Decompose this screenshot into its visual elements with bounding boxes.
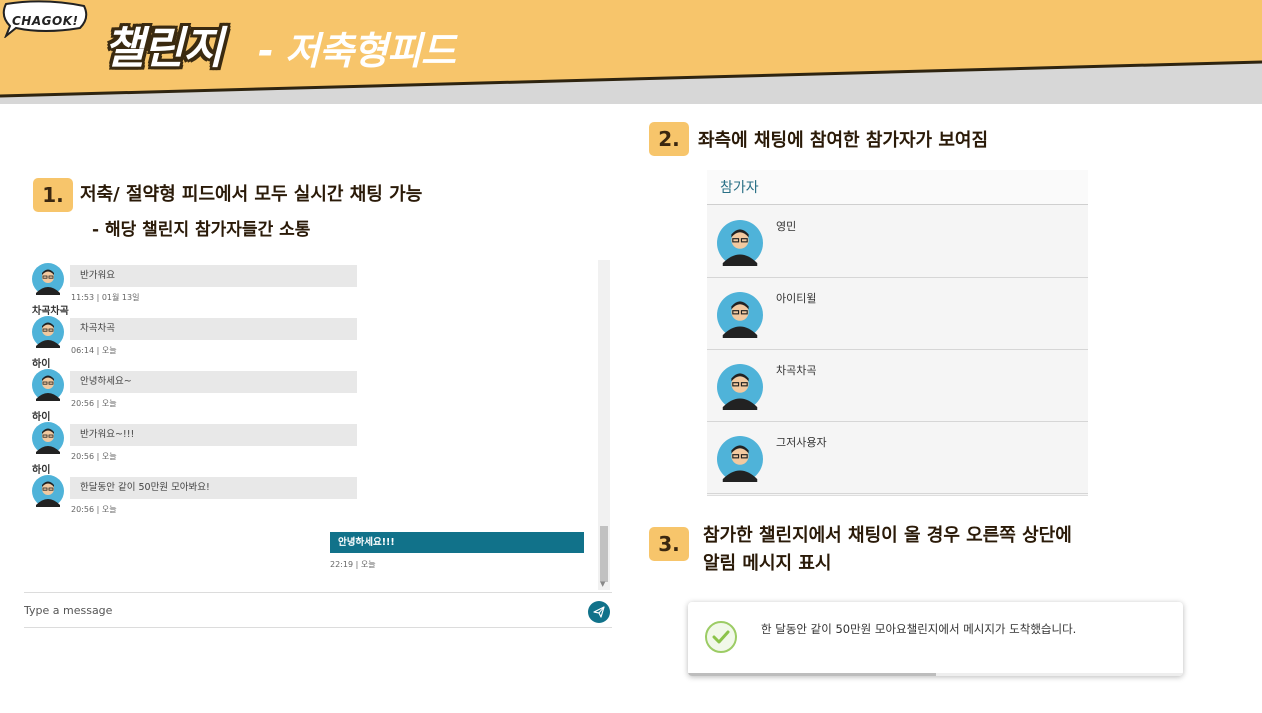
toast-message: 한 달동안 같이 50만원 모아요챌린지에서 메시지가 도착했습니다. xyxy=(761,622,1077,636)
user-avatar-icon xyxy=(717,220,763,266)
header-banner: CHAGOK! 챌린지 - 저축형피드 xyxy=(0,0,1262,104)
check-circle-icon xyxy=(705,621,737,653)
participant-name: 아이티윌 xyxy=(776,292,817,305)
participants-panel: 참가자 영민 아이티윌 차곡차곡 그저사용자 xyxy=(707,170,1088,496)
step-1-badge: 1. xyxy=(33,178,73,212)
notification-toast[interactable]: 한 달동안 같이 50만원 모아요챌린지에서 메시지가 도착했습니다. xyxy=(688,602,1183,676)
message-bubble: 반가워요 xyxy=(70,265,357,287)
chat-message-list[interactable]: 반가워요 11:53 | 01월 13일 차곡차곡 차곡차곡 06:14 | 오… xyxy=(24,258,598,590)
participants-header: 참가자 xyxy=(707,170,1088,205)
participant-name: 차곡차곡 xyxy=(776,364,817,377)
chat-message: 차곡차곡 06:14 | 오늘 xyxy=(24,314,364,360)
participant-name: 그저사용자 xyxy=(776,436,827,449)
chat-message: 반가워요 11:53 | 01월 13일 xyxy=(24,261,364,307)
my-message-bubble: 안녕하세요!!! xyxy=(330,532,584,553)
participant-item[interactable]: 차곡차곡 xyxy=(707,350,1088,422)
send-button[interactable] xyxy=(588,601,610,623)
step-2-badge: 2. xyxy=(649,122,689,156)
user-avatar-icon xyxy=(32,422,64,454)
user-avatar-icon xyxy=(32,316,64,348)
message-time: 20:56 | 오늘 xyxy=(71,505,117,514)
chat-panel: 반가워요 11:53 | 01월 13일 차곡차곡 차곡차곡 06:14 | 오… xyxy=(24,258,612,628)
banner-title: 챌린지 xyxy=(104,23,223,74)
message-time: 20:56 | 오늘 xyxy=(71,399,117,408)
user-avatar-icon xyxy=(717,364,763,410)
chat-message: 안녕하세요~ 20:56 | 오늘 xyxy=(24,367,364,413)
message-input[interactable] xyxy=(24,600,564,620)
participants-title: 참가자 xyxy=(720,180,759,196)
message-time: 11:53 | 01월 13일 xyxy=(71,293,140,302)
toast-progress-bar xyxy=(688,673,936,676)
toast-progress-track xyxy=(688,673,1183,676)
banner-subtitle: - 저축형피드 xyxy=(258,29,456,73)
message-bubble: 한달동안 같이 50만원 모아봐요! xyxy=(70,477,357,499)
step-1-subtitle: - 해당 챌린지 참가자들간 소통 xyxy=(92,220,311,240)
chat-scrollbar[interactable]: ▼ xyxy=(598,260,610,590)
user-avatar-icon xyxy=(32,475,64,507)
chat-message: 반가워요~!!! 20:56 | 오늘 xyxy=(24,420,364,466)
step-2-title: 좌측에 채팅에 참여한 참가자가 보여짐 xyxy=(698,130,989,151)
scrollbar-thumb[interactable] xyxy=(600,526,608,582)
message-bubble: 반가워요~!!! xyxy=(70,424,357,446)
my-message-time: 22:19 | 오늘 xyxy=(330,560,376,569)
send-icon xyxy=(593,606,605,618)
message-input-row xyxy=(24,592,612,628)
participant-name: 영민 xyxy=(776,220,797,233)
step-3-title-line-1: 참가한 챌린지에서 채팅이 올 경우 오른쪽 상단에 xyxy=(703,525,1072,546)
participant-item[interactable]: 영민 xyxy=(707,206,1088,278)
user-avatar-icon xyxy=(32,369,64,401)
user-avatar-icon xyxy=(717,436,763,482)
step-1-title: 저축/ 절약형 피드에서 모두 실시간 채팅 가능 xyxy=(80,184,423,205)
participant-item[interactable]: 아이티윌 xyxy=(707,278,1088,350)
participant-item[interactable]: 그저사용자 xyxy=(707,422,1088,494)
message-bubble: 차곡차곡 xyxy=(70,318,357,340)
message-time: 06:14 | 오늘 xyxy=(71,346,117,355)
chat-message: 한달동안 같이 50만원 모아봐요! 20:56 | 오늘 xyxy=(24,473,364,519)
step-3-title-line-2: 알림 메시지 표시 xyxy=(703,553,832,574)
message-bubble: 안녕하세요~ xyxy=(70,371,357,393)
user-avatar-icon xyxy=(32,263,64,295)
step-3-badge: 3. xyxy=(649,527,689,561)
user-avatar-icon xyxy=(717,292,763,338)
scroll-down-arrow-icon[interactable]: ▼ xyxy=(600,580,605,588)
logo-text: CHAGOK! xyxy=(12,14,79,28)
message-time: 20:56 | 오늘 xyxy=(71,452,117,461)
